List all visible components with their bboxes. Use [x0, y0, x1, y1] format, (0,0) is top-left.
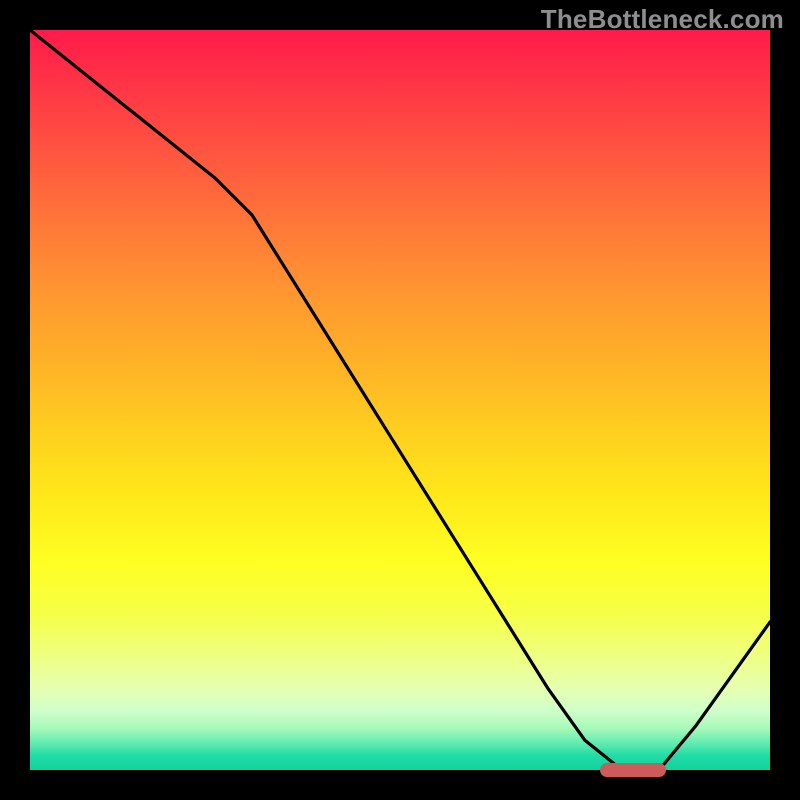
bottleneck-curve [30, 30, 770, 770]
plot-area [30, 30, 770, 770]
chart-frame: TheBottleneck.com [0, 0, 800, 800]
optimal-zone-marker [600, 763, 667, 777]
curve-path [30, 30, 770, 770]
